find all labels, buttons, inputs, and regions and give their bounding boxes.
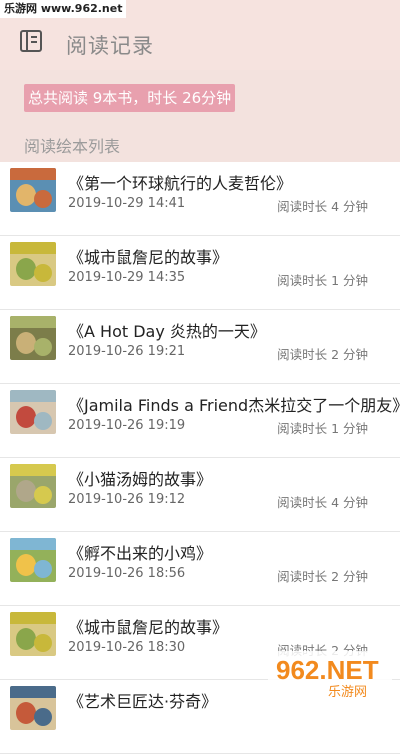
book-cover[interactable] [10, 316, 56, 360]
site-logo: 962.NET 乐游网 [268, 651, 392, 701]
book-cover[interactable] [10, 686, 56, 730]
read-duration: 阅读时长 2 分钟 [277, 347, 368, 362]
read-date: 2019-10-26 19:12 [68, 492, 186, 507]
list-title: 阅读绘本列表 [24, 137, 121, 156]
read-date: 2019-10-26 19:19 [68, 418, 186, 433]
list-item[interactable]: 《城市鼠詹尼的故事》 2019-10-29 14:35 阅读时长 1 分钟 [0, 236, 400, 310]
logo-subtext: 乐游网 [328, 685, 367, 700]
read-duration: 阅读时长 2 分钟 [277, 569, 368, 584]
read-date: 2019-10-26 19:21 [68, 344, 186, 359]
book-cover[interactable] [10, 168, 56, 212]
book-icon[interactable] [18, 28, 44, 54]
read-date: 2019-10-26 18:30 [68, 640, 186, 655]
list-item[interactable]: 《第一个环球航行的人麦哲伦》 2019-10-29 14:41 阅读时长 4 分钟 [0, 162, 400, 236]
watermark-text: 乐游网 www.962.net [0, 0, 127, 18]
book-title: 《第一个环球航行的人麦哲伦》 [68, 174, 293, 193]
book-title: 《小猫汤姆的故事》 [68, 470, 213, 489]
list-item[interactable]: 《Jamila Finds a Friend杰米拉交了一个朋友》 2019-10-… [0, 384, 400, 458]
book-cover[interactable] [10, 242, 56, 286]
read-duration: 阅读时长 1 分钟 [277, 421, 368, 436]
list-item[interactable]: 《A Hot Day 炎热的一天》 2019-10-26 19:21 阅读时长 2 … [0, 310, 400, 384]
book-cover[interactable] [10, 538, 56, 582]
summary-section: 总共阅读 9本书，时长 26分钟 [0, 70, 400, 124]
book-title: 《孵不出来的小鸡》 [68, 544, 213, 563]
list-header: 阅读绘本列表 [0, 124, 400, 162]
book-cover[interactable] [10, 464, 56, 508]
book-title: 《Jamila Finds a Friend杰米拉交了一个朋友》 [68, 396, 400, 415]
read-duration: 阅读时长 1 分钟 [277, 273, 368, 288]
read-date: 2019-10-26 18:56 [68, 566, 186, 581]
book-title: 《A Hot Day 炎热的一天》 [68, 322, 266, 341]
read-duration: 阅读时长 4 分钟 [277, 495, 368, 510]
logo-text: 962.NET [276, 655, 379, 685]
list-item[interactable]: 《小猫汤姆的故事》 2019-10-26 19:12 阅读时长 4 分钟 [0, 458, 400, 532]
list-item[interactable]: 《孵不出来的小鸡》 2019-10-26 18:56 阅读时长 2 分钟 [0, 532, 400, 606]
read-duration: 阅读时长 4 分钟 [277, 199, 368, 214]
book-title: 《城市鼠詹尼的故事》 [68, 248, 229, 267]
book-title: 《艺术巨匠达·芬奇》 [68, 692, 218, 711]
book-title: 《城市鼠詹尼的故事》 [68, 618, 229, 637]
read-date: 2019-10-29 14:35 [68, 270, 186, 285]
page-title: 阅读记录 [66, 34, 154, 58]
reading-summary: 总共阅读 9本书，时长 26分钟 [24, 84, 236, 112]
book-cover[interactable] [10, 612, 56, 656]
book-cover[interactable] [10, 390, 56, 434]
read-date: 2019-10-29 14:41 [68, 196, 186, 211]
